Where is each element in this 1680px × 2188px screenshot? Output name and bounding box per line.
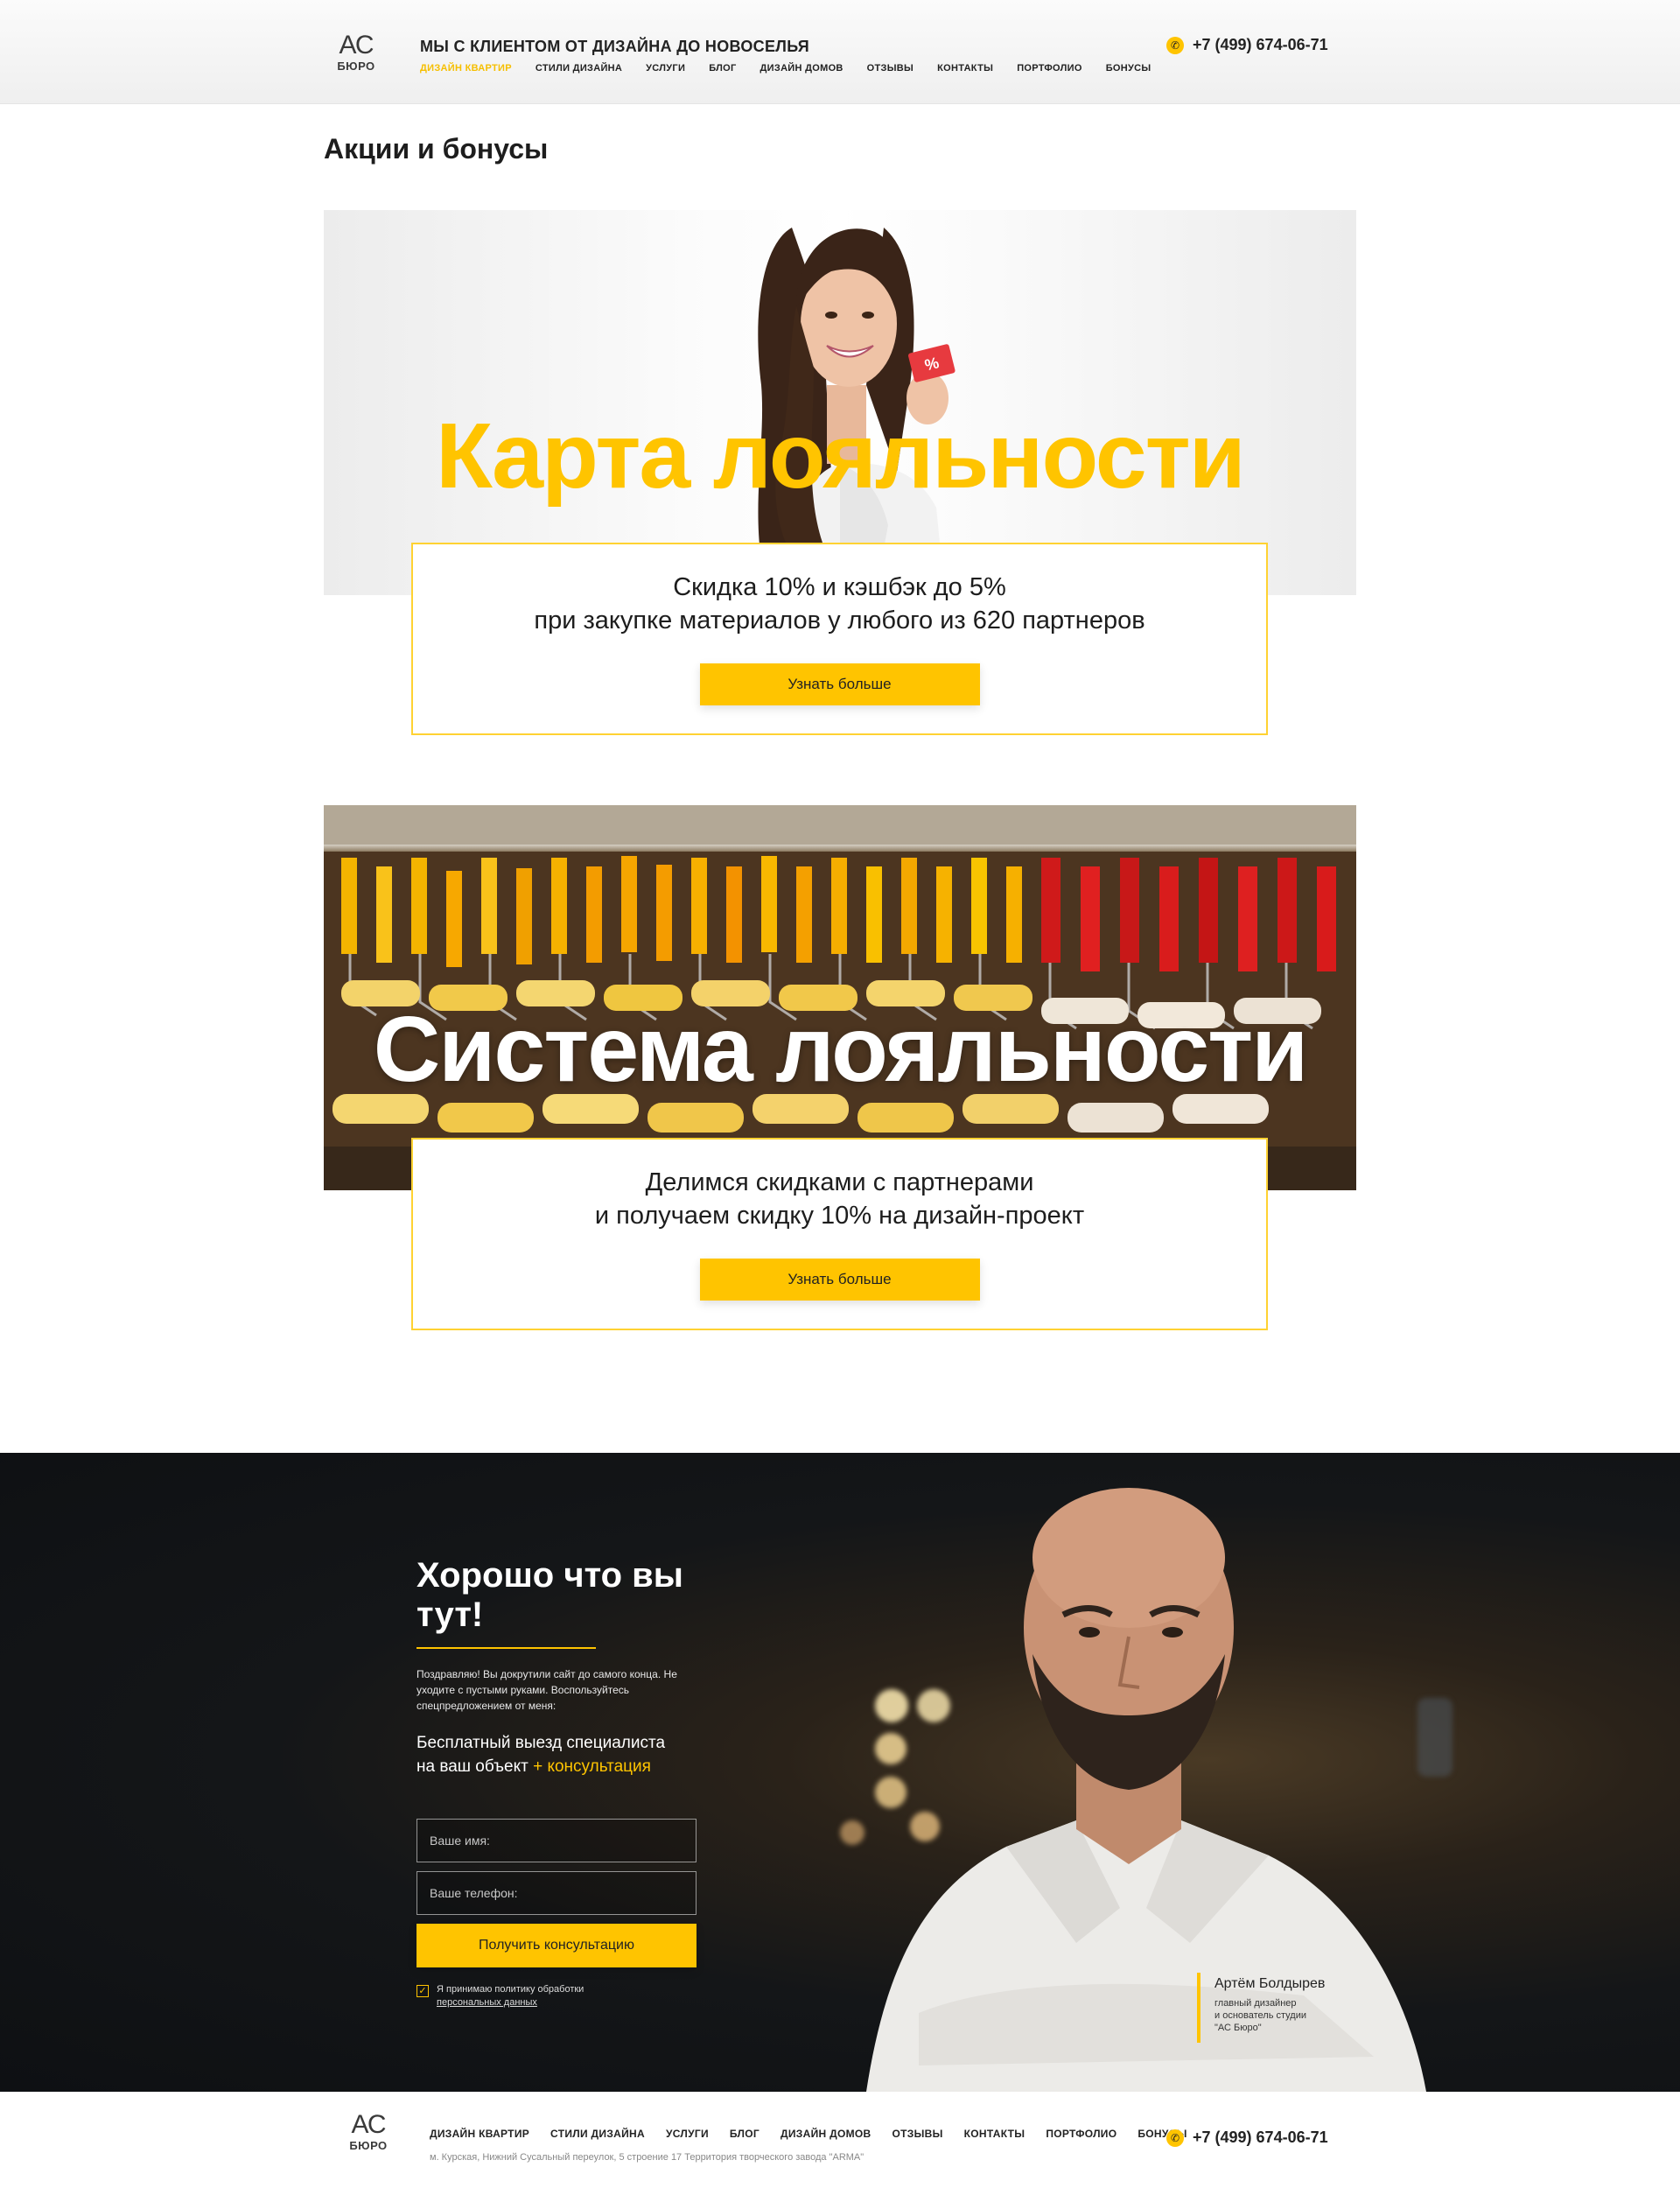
footer-nav-services[interactable]: УСЛУГИ [666, 2128, 709, 2140]
cta-offer-line1: Бесплатный выезд специалиста [416, 1734, 666, 1752]
privacy-consent: ✓ Я принимаю политику обработки персонал… [416, 1983, 732, 2009]
cta-offer-line2-wrap: на ваш объект + консультация [416, 1755, 732, 1778]
cta-offer-line2: на ваш объект [416, 1757, 528, 1776]
logo-bottom: БЮРО [337, 60, 375, 73]
nav-item-bonuses[interactable]: БОНУСЫ [1106, 63, 1152, 74]
logo-top: АС [339, 31, 374, 60]
get-consultation-button[interactable]: Получить консультацию [416, 1924, 696, 1967]
nav-item-reviews[interactable]: ОТЗЫВЫ [867, 63, 914, 74]
footer-nav-apartment-design[interactable]: ДИЗАЙН КВАРТИР [430, 2128, 529, 2140]
loyalty-card-box: Скидка 10% и кэшбэк до 5% при закупке ма… [411, 543, 1268, 735]
designer-role-line3: "АС Бюро" [1214, 2023, 1262, 2033]
designer-role-line1: главный дизайнер [1214, 1998, 1297, 2009]
loyalty-system-banner: Система лояльности [324, 805, 1356, 1190]
loyalty-system-headline: Система лояльности [373, 998, 1309, 1101]
loyalty-card-headline: Карта лояльности [436, 404, 1246, 508]
designer-signature: Артём Болдырев главный дизайнер и основа… [1197, 1973, 1325, 2043]
site-footer: АС БЮРО ДИЗАЙН КВАРТИР СТИЛИ ДИЗАЙНА УСЛ… [0, 2092, 1680, 2188]
privacy-policy-link[interactable]: персональных данных [437, 1997, 537, 2008]
footer-phone-number: +7 (499) 674-06-71 [1193, 2128, 1328, 2146]
phone-input[interactable] [416, 1871, 696, 1915]
cta-offer: Бесплатный выезд специалиста на ваш объе… [416, 1731, 732, 1778]
footer-nav-house-design[interactable]: ДИЗАЙН ДОМОВ [780, 2128, 871, 2140]
footer-phone[interactable]: ✆ +7 (499) 674-06-71 [1166, 2128, 1328, 2147]
loyalty-system-box: Делимся скидками с партнерами и получаем… [411, 1138, 1268, 1330]
nav-item-portfolio[interactable]: ПОРТФОЛИО [1017, 63, 1082, 74]
footer-address: м. Курская, Нижний Сусальный переулок, 5… [430, 2152, 864, 2163]
loyalty-system-learn-more-button[interactable]: Узнать больше [699, 1259, 980, 1301]
phone-icon: ✆ [1166, 2128, 1184, 2147]
loyalty-card-banner: % Карта лояльности [324, 210, 1356, 595]
page-title: Акции и бонусы [324, 133, 549, 165]
footer-logo[interactable]: АС БЮРО [347, 2111, 389, 2160]
designer-role-line2: и основатель студии [1214, 2010, 1306, 2021]
footer-logo-top: АС [351, 2110, 386, 2139]
nav-item-house-design[interactable]: ДИЗАЙН ДОМОВ [760, 63, 844, 74]
site-header: АС БЮРО МЫ С КЛИЕНТОМ ОТ ДИЗАЙНА ДО НОВО… [0, 0, 1680, 104]
loyalty-card-line2: при закупке материалов у любого из 620 п… [534, 607, 1145, 635]
footer-nav-design-styles[interactable]: СТИЛИ ДИЗАЙНА [550, 2128, 645, 2140]
header-phone-number: +7 (499) 674-06-71 [1193, 36, 1328, 53]
footer-nav-portfolio[interactable]: ПОРТФОЛИО [1046, 2128, 1116, 2140]
footer-nav: ДИЗАЙН КВАРТИР СТИЛИ ДИЗАЙНА УСЛУГИ БЛОГ… [430, 2128, 1187, 2140]
cta-title: Хорошо что вы тут! [416, 1556, 683, 1634]
consent-text: Я принимаю политику обработки [437, 1984, 584, 1995]
footer-nav-blog[interactable]: БЛОГ [730, 2128, 760, 2140]
cta-offer-accent: + консультация [533, 1757, 651, 1776]
nav-item-blog[interactable]: БЛОГ [709, 63, 736, 74]
consultation-section: Хорошо что вы тут! Поздравляю! Вы докрут… [0, 1453, 1680, 2092]
nav-item-design-styles[interactable]: СТИЛИ ДИЗАЙНА [536, 63, 622, 74]
nav-item-contacts[interactable]: КОНТАКТЫ [937, 63, 993, 74]
loyalty-card-line1: Скидка 10% и кэшбэк до 5% [673, 573, 1006, 601]
nav-item-apartment-design[interactable]: ДИЗАЙН КВАРТИР [420, 63, 512, 74]
woman-with-card-image: % [758, 228, 956, 595]
cta-title-underline [416, 1647, 596, 1649]
loyalty-system-line1: Делимся скидками с партнерами [645, 1168, 1034, 1196]
consent-checkbox[interactable]: ✓ [416, 1985, 429, 1997]
consent-text-wrap: Я принимаю политику обработки персональн… [437, 1983, 584, 2009]
footer-logo-bottom: БЮРО [349, 2139, 388, 2152]
cta-intro: Поздравляю! Вы докрутили сайт до самого … [416, 1668, 677, 1712]
footer-nav-contacts[interactable]: КОНТАКТЫ [964, 2128, 1026, 2140]
designer-role: главный дизайнер и основатель студии "АС… [1214, 1997, 1325, 2034]
header-phone[interactable]: ✆ +7 (499) 674-06-71 [1166, 36, 1328, 54]
loyalty-card-learn-more-button[interactable]: Узнать больше [699, 663, 980, 705]
phone-icon: ✆ [1166, 36, 1184, 54]
main-nav: ДИЗАЙН КВАРТИР СТИЛИ ДИЗАЙНА УСЛУГИ БЛОГ… [420, 63, 1151, 74]
footer-nav-reviews[interactable]: ОТЗЫВЫ [892, 2128, 942, 2140]
designer-portrait [866, 1488, 1426, 2092]
designer-name: Артём Болдырев [1214, 1976, 1326, 1991]
name-input[interactable] [416, 1819, 696, 1862]
site-tagline: МЫ С КЛИЕНТОМ ОТ ДИЗАЙНА ДО НОВОСЕЛЬЯ [420, 38, 809, 55]
loyalty-system-line2: и получаем скидку 10% на дизайн-проект [594, 1202, 1085, 1230]
nav-item-services[interactable]: УСЛУГИ [646, 63, 685, 74]
logo[interactable]: АС БЮРО [335, 32, 377, 81]
consultation-form: Хорошо что вы тут! Поздравляю! Вы докрут… [416, 1556, 732, 2009]
